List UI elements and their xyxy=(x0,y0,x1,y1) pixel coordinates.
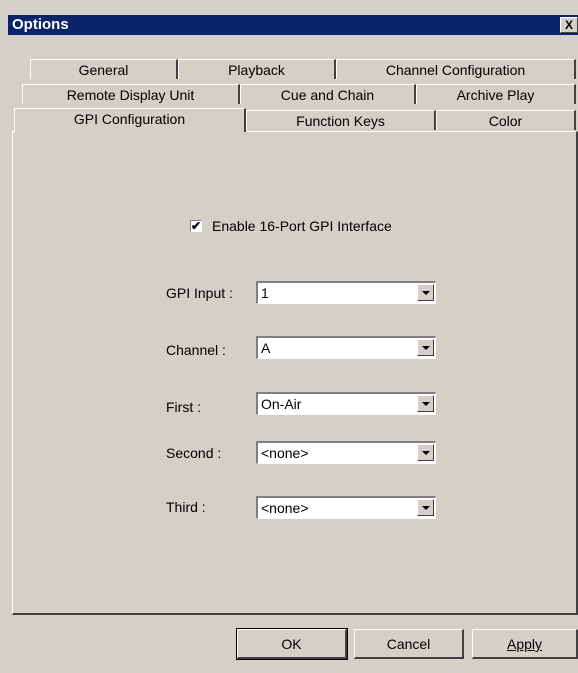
second-value: <none> xyxy=(261,445,309,461)
cancel-button[interactable]: Cancel xyxy=(354,629,464,659)
tab-function-keys[interactable]: Function Keys xyxy=(246,110,436,130)
first-value: On-Air xyxy=(261,396,302,412)
gpi-input-select[interactable]: 1 xyxy=(256,281,436,304)
third-dropdown-icon[interactable] xyxy=(417,499,434,516)
third-value: <none> xyxy=(261,500,309,516)
tab-channel-configuration[interactable]: Channel Configuration xyxy=(336,59,576,79)
channel-label: Channel : xyxy=(166,342,226,358)
first-label: First : xyxy=(166,399,201,415)
tab-remote-display-unit[interactable]: Remote Display Unit xyxy=(22,84,240,104)
tab-color[interactable]: Color xyxy=(436,110,576,130)
gpi-input-label: GPI Input : xyxy=(166,285,233,301)
close-button[interactable]: X xyxy=(560,17,578,33)
window-title: Options xyxy=(12,16,69,33)
enable-gpi-checkbox[interactable]: ✔ xyxy=(190,220,202,232)
tab-cue-and-chain[interactable]: Cue and Chain xyxy=(240,84,416,104)
title-bar: Options X xyxy=(8,15,578,35)
tab-general[interactable]: General xyxy=(30,59,178,79)
second-select[interactable]: <none> xyxy=(256,441,436,464)
channel-value: A xyxy=(261,340,271,356)
tab-playback[interactable]: Playback xyxy=(178,59,336,79)
enable-gpi-label: Enable 16-Port GPI Interface xyxy=(212,218,392,234)
first-dropdown-icon[interactable] xyxy=(417,395,434,412)
channel-dropdown-icon[interactable] xyxy=(417,339,434,356)
second-dropdown-icon[interactable] xyxy=(417,444,434,461)
ok-button[interactable]: OK xyxy=(236,628,348,660)
tab-gpi-configuration[interactable]: GPI Configuration xyxy=(14,108,246,132)
tab-archive-play[interactable]: Archive Play xyxy=(416,84,576,104)
channel-select[interactable]: A xyxy=(256,336,436,359)
third-select[interactable]: <none> xyxy=(256,496,436,519)
second-label: Second : xyxy=(166,445,222,461)
enable-gpi-row[interactable]: ✔ Enable 16-Port GPI Interface xyxy=(190,218,392,234)
gpi-configuration-panel xyxy=(12,131,578,615)
gpi-input-value: 1 xyxy=(261,285,269,301)
third-label: Third : xyxy=(166,499,206,515)
gpi-input-dropdown-icon[interactable] xyxy=(417,284,434,301)
apply-button[interactable]: Apply xyxy=(472,629,578,659)
first-select[interactable]: On-Air xyxy=(256,392,436,415)
